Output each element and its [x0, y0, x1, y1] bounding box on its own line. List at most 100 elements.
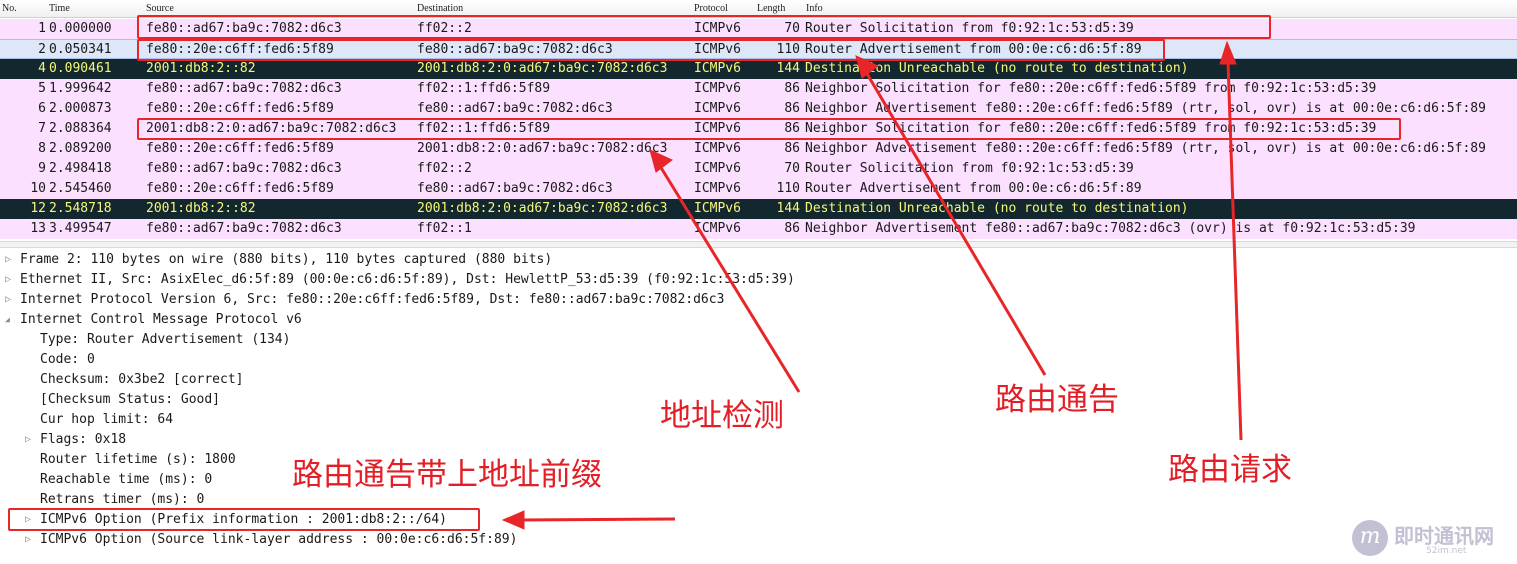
packet-number: 2 — [38, 42, 46, 57]
packet-protocol: ICMPv6 — [694, 221, 741, 236]
detail-tree-item[interactable]: Internet Control Message Protocol v6 — [0, 310, 1517, 330]
detail-tree-label: Checksum: 0x3be2 [correct] — [40, 372, 244, 387]
packet-info: Neighbor Advertisement fe80::ad67:ba9c:7… — [805, 221, 1416, 236]
packet-length: 144 — [776, 61, 800, 76]
packet-info: Router Solicitation from f0:92:1c:53:d5:… — [805, 161, 1134, 176]
packet-info: Destination Unreachable (no route to des… — [805, 61, 1189, 76]
tree-expand-icon[interactable] — [5, 290, 15, 310]
packet-info: Destination Unreachable (no route to des… — [805, 201, 1189, 216]
packet-time: 0.090461 — [49, 61, 112, 76]
tree-expand-icon[interactable] — [25, 430, 35, 450]
detail-tree-item[interactable]: Code: 0 — [0, 350, 1517, 370]
packet-row[interactable]: 9 2.498418 fe80::ad67:ba9c:7082:d6c3 ff02::… — [0, 159, 1517, 179]
column-header-source[interactable]: Source — [146, 3, 174, 14]
packet-row[interactable]: 5 1.999642 fe80::ad67:ba9c:7082:d6c3 ff02::… — [0, 79, 1517, 99]
detail-tree-item[interactable]: Ethernet II, Src: AsixElec_d6:5f:89 (00:… — [0, 270, 1517, 290]
detail-tree-label: Reachable time (ms): 0 — [40, 472, 213, 487]
packet-time: 2.545460 — [49, 181, 112, 196]
packet-number: 10 — [30, 181, 46, 196]
packet-destination: fe80::ad67:ba9c:7082:d6c3 — [417, 101, 613, 116]
detail-tree-item[interactable]: Checksum: 0x3be2 [correct] — [0, 370, 1517, 390]
packet-info: Router Advertisement from 00:0e:c6:d6:5f… — [805, 181, 1142, 196]
highlight-box-router-advertisement — [137, 39, 1165, 61]
packet-number: 6 — [38, 101, 46, 116]
packet-length: 86 — [784, 221, 800, 236]
packet-length: 86 — [784, 101, 800, 116]
highlight-box-prefix-option — [8, 508, 480, 531]
packet-number: 12 — [30, 201, 46, 216]
detail-tree-label: Code: 0 — [40, 352, 95, 367]
detail-tree-label: Retrans timer (ms): 0 — [40, 492, 205, 507]
packet-source: fe80::20e:c6ff:fed6:5f89 — [146, 101, 334, 116]
packet-length: 144 — [776, 201, 800, 216]
packet-time: 3.499547 — [49, 221, 112, 236]
packet-length: 70 — [784, 161, 800, 176]
tree-expand-icon[interactable] — [5, 250, 15, 270]
column-header-destination[interactable]: Destination — [417, 3, 463, 14]
detail-tree-item[interactable]: Retrans timer (ms): 0 — [0, 490, 1517, 510]
packet-length: 110 — [776, 181, 800, 196]
packet-source: fe80::20e:c6ff:fed6:5f89 — [146, 181, 334, 196]
pane-splitter[interactable] — [0, 241, 1517, 248]
packet-source: fe80::20e:c6ff:fed6:5f89 — [146, 141, 334, 156]
detail-tree-item[interactable]: Frame 2: 110 bytes on wire (880 bits), 1… — [0, 250, 1517, 270]
packet-time: 1.999642 — [49, 81, 112, 96]
packet-number: 7 — [38, 121, 46, 136]
packet-source: 2001:db8:2::82 — [146, 61, 256, 76]
packet-destination: fe80::ad67:ba9c:7082:d6c3 — [417, 181, 613, 196]
watermark-url: 52im.net — [1426, 546, 1467, 556]
packet-row[interactable]: 10 2.545460 fe80::20e:c6ff:fed6:5f89 fe80::… — [0, 179, 1517, 199]
highlight-box-router-solicitation — [137, 15, 1271, 39]
packet-destination: ff02::1 — [417, 221, 472, 236]
packet-destination: ff02::1:ffd6:5f89 — [417, 81, 551, 96]
packet-time: 2.088364 — [49, 121, 112, 136]
detail-tree-label: Internet Protocol Version 6, Src: fe80::… — [20, 292, 725, 307]
tree-expand-icon[interactable] — [25, 530, 35, 550]
watermark-logo-icon: m — [1352, 520, 1388, 556]
tree-expand-icon[interactable] — [5, 270, 15, 290]
column-header-info[interactable]: Info — [806, 3, 823, 14]
packet-destination: 2001:db8:2:0:ad67:ba9c:7082:d6c3 — [417, 201, 668, 216]
packet-protocol: ICMPv6 — [694, 61, 741, 76]
packet-row[interactable]: 6 2.000873 fe80::20e:c6ff:fed6:5f89 fe80::a… — [0, 99, 1517, 119]
detail-tree-label: Type: Router Advertisement (134) — [40, 332, 291, 347]
detail-tree-label: Frame 2: 110 bytes on wire (880 bits), 1… — [20, 252, 553, 267]
detail-tree-item[interactable]: ICMPv6 Option (Source link-layer address… — [0, 530, 1517, 550]
packet-number: 1 — [38, 21, 46, 36]
packet-info: Neighbor Solicitation for fe80::20e:c6ff… — [805, 81, 1377, 96]
watermark-name: 即时通讯网 — [1394, 524, 1494, 548]
detail-tree-label: Flags: 0x18 — [40, 432, 127, 447]
packet-protocol: ICMPv6 — [694, 141, 741, 156]
detail-tree-label: Router lifetime (s): 1800 — [40, 452, 236, 467]
packet-row[interactable]: 4 0.090461 2001:db8:2::82 2001:db8:2:0:ad67… — [0, 59, 1517, 79]
tree-collapse-icon[interactable] — [5, 310, 15, 330]
packet-row[interactable]: 12 2.548718 2001:db8:2::82 2001:db8:2:0:ad6… — [0, 199, 1517, 219]
packet-destination: 2001:db8:2:0:ad67:ba9c:7082:d6c3 — [417, 141, 668, 156]
annotation-router-advertisement: 路由通告 — [995, 382, 1119, 418]
detail-tree-item[interactable]: Type: Router Advertisement (134) — [0, 330, 1517, 350]
watermark: m 即时通讯网 52im.net — [1352, 516, 1512, 562]
packet-row[interactable]: 8 2.089200 fe80::20e:c6ff:fed6:5f89 2001:db… — [0, 139, 1517, 159]
packet-source: 2001:db8:2::82 — [146, 201, 256, 216]
detail-tree-item[interactable]: Internet Protocol Version 6, Src: fe80::… — [0, 290, 1517, 310]
column-header-no[interactable]: No. — [2, 3, 17, 14]
packet-protocol: ICMPv6 — [694, 161, 741, 176]
packet-source: fe80::ad67:ba9c:7082:d6c3 — [146, 161, 342, 176]
packet-time: 2.498418 — [49, 161, 112, 176]
packet-number: 13 — [30, 221, 46, 236]
packet-row[interactable]: 13 3.499547 fe80::ad67:ba9c:7082:d6c3 ff02:… — [0, 219, 1517, 239]
column-header-length[interactable]: Length — [757, 3, 785, 14]
detail-tree-label: Cur hop limit: 64 — [40, 412, 174, 427]
packet-info: Neighbor Advertisement fe80::20e:c6ff:fe… — [805, 141, 1486, 156]
packet-protocol: ICMPv6 — [694, 181, 741, 196]
packet-time: 2.548718 — [49, 201, 112, 216]
packet-time: 2.000873 — [49, 101, 112, 116]
detail-tree-label: [Checksum Status: Good] — [40, 392, 221, 407]
packet-length: 86 — [784, 81, 800, 96]
packet-protocol: ICMPv6 — [694, 81, 741, 96]
column-header-protocol[interactable]: Protocol — [694, 3, 728, 14]
packet-info: Neighbor Advertisement fe80::20e:c6ff:fe… — [805, 101, 1486, 116]
detail-tree-label: Ethernet II, Src: AsixElec_d6:5f:89 (00:… — [20, 272, 795, 287]
annotation-address-detection: 地址检测 — [660, 398, 784, 434]
column-header-time[interactable]: Time — [49, 3, 70, 14]
